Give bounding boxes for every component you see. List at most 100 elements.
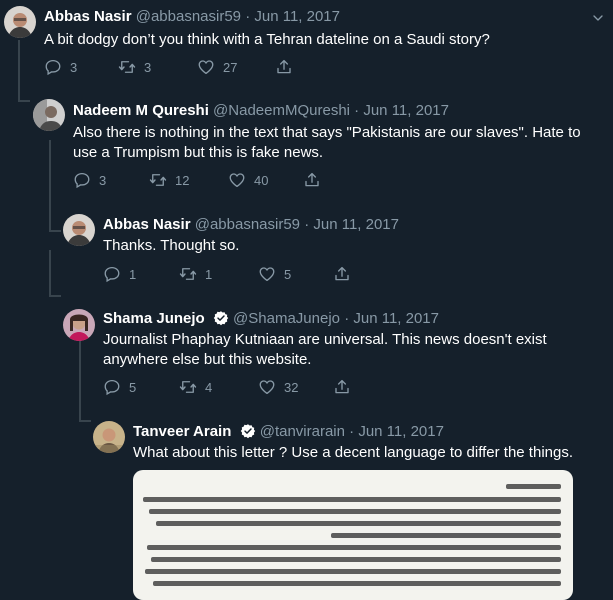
reply-count: 3 [70, 59, 78, 75]
user-handle[interactable]: @abbasnasir59 [136, 8, 241, 25]
share-icon [303, 171, 321, 189]
like-icon [258, 378, 276, 396]
thread-line [49, 140, 51, 230]
letter-text-line [156, 521, 561, 526]
tweet-text-line: use a Trumpism but this is fake news. [73, 144, 324, 161]
thread-line [18, 40, 20, 100]
user-handle[interactable]: @tanvirarain [260, 423, 345, 440]
reply-button[interactable]: 3 [73, 170, 106, 190]
tweet-text-line: Also there is nothing in the text that s… [73, 124, 581, 141]
display-name[interactable]: Nadeem M Qureshi [73, 102, 209, 119]
thread-line [18, 100, 30, 102]
retweet-button[interactable]: 4 [179, 377, 212, 397]
tweet-text: What about this letter ? Use a decent la… [133, 444, 574, 461]
like-icon [228, 171, 246, 189]
like-icon [197, 58, 215, 76]
letter-text-line [143, 497, 561, 502]
like-button[interactable]: 32 [258, 377, 298, 397]
display-name[interactable]: Abbas Nasir [44, 8, 132, 25]
retweet-button[interactable]: 1 [179, 264, 212, 284]
share-icon [333, 378, 351, 396]
retweet-count: 12 [175, 172, 190, 188]
caret-down-icon[interactable] [590, 10, 606, 26]
retweet-button[interactable]: 3 [118, 57, 151, 77]
thread-line [79, 340, 81, 420]
tweet-text-line: anywhere else but this website. [103, 351, 312, 368]
verified-badge-icon [213, 310, 229, 326]
like-count: 40 [254, 172, 269, 188]
share-button[interactable] [333, 377, 351, 397]
reply-button[interactable]: 1 [103, 264, 136, 284]
thread-line [79, 420, 91, 422]
separator-dot: · [304, 216, 310, 233]
share-button[interactable] [275, 57, 293, 77]
user-handle[interactable]: @ShamaJunejo [233, 310, 340, 327]
retweet-icon [149, 171, 167, 189]
like-count: 32 [284, 379, 299, 395]
reply-count: 1 [129, 266, 137, 282]
like-button[interactable]: 27 [197, 57, 237, 77]
letter-text-line [153, 581, 561, 586]
share-icon [333, 265, 351, 283]
verified-badge-icon [240, 423, 256, 439]
tweet-actions: 3 12 40 [73, 170, 333, 190]
letter-text-line [331, 533, 561, 538]
avatar[interactable] [4, 6, 36, 38]
letter-text-line [151, 557, 561, 562]
like-button[interactable]: 5 [258, 264, 291, 284]
reply-icon [103, 265, 121, 283]
share-icon [275, 58, 293, 76]
like-icon [258, 265, 276, 283]
tweet-date[interactable]: Jun 11, 2017 [254, 8, 340, 25]
tweet-date[interactable]: Jun 11, 2017 [363, 102, 449, 119]
retweet-icon [179, 378, 197, 396]
separator-dot: · [354, 102, 360, 119]
reply-icon [73, 171, 91, 189]
reply-button[interactable]: 3 [44, 57, 77, 77]
letter-text-line [147, 545, 561, 550]
avatar[interactable] [93, 421, 125, 453]
thread-line [49, 295, 61, 297]
reply-count: 5 [129, 379, 137, 395]
tweet-text-line: Journalist Phaphay Kutniaan are universa… [103, 331, 547, 348]
display-name[interactable]: Tanveer Arain [133, 423, 231, 440]
thread-line [49, 250, 51, 295]
attached-letter-image[interactable] [133, 470, 573, 600]
reply-count: 3 [99, 172, 107, 188]
tweet-text: A bit dodgy don’t you think with a Tehra… [44, 31, 490, 48]
user-handle[interactable]: @abbasnasir59 [195, 216, 300, 233]
avatar[interactable] [63, 309, 95, 341]
tweet-actions: 1 1 5 [103, 264, 363, 284]
separator-dot: · [245, 8, 251, 25]
share-button[interactable] [303, 170, 321, 190]
tweet-text: Thanks. Thought so. [103, 237, 240, 254]
letter-text-line [149, 509, 561, 514]
separator-dot: · [349, 423, 355, 440]
display-name[interactable]: Shama Junejo [103, 310, 205, 327]
tweet-date[interactable]: Jun 11, 2017 [358, 423, 444, 440]
tweet-actions: 5 4 32 [103, 377, 363, 397]
avatar[interactable] [33, 99, 65, 131]
separator-dot: · [344, 310, 350, 327]
reply-button[interactable]: 5 [103, 377, 136, 397]
reply-icon [44, 58, 62, 76]
like-count: 27 [223, 59, 238, 75]
retweet-icon [118, 58, 136, 76]
user-handle[interactable]: @NadeemMQureshi [213, 102, 350, 119]
avatar[interactable] [63, 214, 95, 246]
like-button[interactable]: 40 [228, 170, 268, 190]
retweet-icon [179, 265, 197, 283]
thread-line [49, 230, 61, 232]
like-count: 5 [284, 266, 292, 282]
tweet-actions: 3 3 27 [44, 57, 304, 77]
letter-text-line [145, 569, 561, 574]
retweet-count: 3 [144, 59, 152, 75]
display-name[interactable]: Abbas Nasir [103, 216, 191, 233]
tweet-text: Also there is nothing in the text that s… [73, 123, 581, 163]
tweet-date[interactable]: Jun 11, 2017 [313, 216, 399, 233]
retweet-count: 4 [205, 379, 213, 395]
tweet-date[interactable]: Jun 11, 2017 [353, 310, 439, 327]
retweet-count: 1 [205, 266, 213, 282]
share-button[interactable] [333, 264, 351, 284]
retweet-button[interactable]: 12 [149, 170, 189, 190]
